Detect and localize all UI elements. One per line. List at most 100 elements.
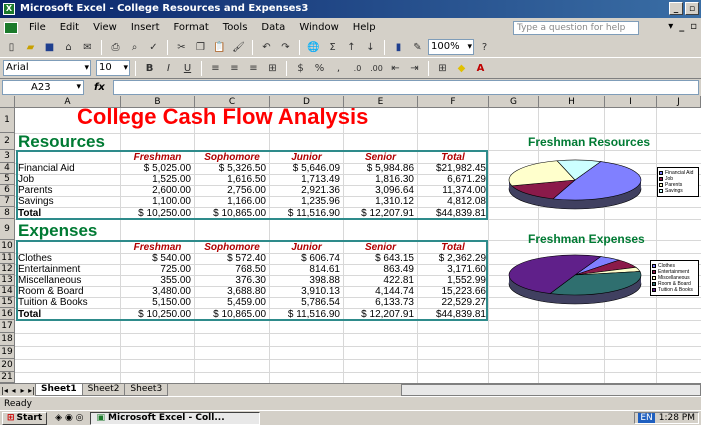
first-sheet-icon[interactable]: |◂	[0, 386, 9, 395]
value-cell[interactable]: 3,910.13	[270, 286, 340, 297]
value-cell[interactable]: 1,816.30	[344, 174, 414, 185]
value-cell[interactable]: 2,756.00	[195, 185, 266, 196]
redo-icon[interactable]: ↷	[277, 39, 294, 56]
value-cell[interactable]: 4,812.08	[418, 196, 486, 207]
value-cell[interactable]: 3,480.00	[121, 286, 191, 297]
value-cell[interactable]: 814.61	[270, 264, 340, 275]
sort-ascending-icon[interactable]: ↑	[343, 39, 360, 56]
workbook-minimize-button[interactable]: _	[679, 21, 684, 32]
value-cell[interactable]: 422.81	[344, 275, 414, 286]
menu-window[interactable]: Window	[292, 22, 345, 33]
value-cell[interactable]: 1,525.00	[121, 174, 191, 185]
select-all-corner[interactable]	[0, 96, 15, 108]
value-cell[interactable]: 3,688.80	[195, 286, 266, 297]
menu-edit[interactable]: Edit	[53, 22, 86, 33]
chart-wizard-icon[interactable]: ▮	[390, 39, 407, 56]
menu-tools[interactable]: Tools	[216, 22, 255, 33]
value-cell[interactable]: 2,921.36	[270, 185, 340, 196]
underline-icon[interactable]: U	[179, 60, 196, 77]
row-header[interactable]: 16	[0, 308, 15, 320]
row-header[interactable]: 12	[0, 264, 15, 275]
value-cell[interactable]: 5,150.00	[121, 297, 191, 308]
sort-descending-icon[interactable]: ↓	[362, 39, 379, 56]
currency-icon[interactable]: $	[292, 60, 309, 77]
prev-sheet-icon[interactable]: ◂	[9, 386, 18, 395]
expenses-pie-chart[interactable]	[505, 251, 645, 311]
align-center-icon[interactable]: ≡	[226, 60, 243, 77]
permission-icon[interactable]: ⌂	[60, 39, 77, 56]
row-header[interactable]: 21	[0, 372, 15, 383]
value-cell[interactable]: 15,223.66	[418, 286, 487, 297]
row-header[interactable]: 3	[0, 150, 15, 163]
increase-decimal-icon[interactable]: .0	[349, 60, 366, 77]
value-cell[interactable]: $ 643.15	[344, 253, 414, 264]
percent-icon[interactable]: %	[311, 60, 328, 77]
row-header[interactable]: 1	[0, 108, 15, 133]
row-header[interactable]: 19	[0, 346, 15, 359]
total-cell[interactable]: $ 10,865.00	[195, 208, 266, 219]
row-header[interactable]: 13	[0, 275, 15, 286]
menu-data[interactable]: Data	[254, 22, 292, 33]
menu-view[interactable]: View	[86, 22, 124, 33]
paste-icon[interactable]: 📋	[211, 39, 228, 56]
borders-icon[interactable]: ⊞	[434, 60, 451, 77]
value-cell[interactable]: 768.50	[195, 264, 266, 275]
total-cell[interactable]: $44,839.81	[418, 309, 486, 320]
value-cell[interactable]: $ 5,984.86	[344, 163, 414, 174]
menu-help[interactable]: Help	[346, 22, 383, 33]
row-header[interactable]: 2	[0, 133, 15, 150]
value-cell[interactable]: 376.30	[195, 275, 266, 286]
row-header[interactable]: 10	[0, 240, 15, 253]
formula-input[interactable]	[112, 80, 699, 95]
value-cell[interactable]: 1,713.49	[270, 174, 340, 185]
row-header[interactable]: 17	[0, 320, 15, 333]
row-header[interactable]: 5	[0, 174, 15, 185]
cut-icon[interactable]: ✂	[173, 39, 190, 56]
help-search-input[interactable]: Type a question for help	[513, 21, 639, 35]
name-box[interactable]: A23	[2, 80, 84, 95]
new-icon[interactable]: ▯	[3, 39, 20, 56]
start-button[interactable]: ⊞ Start	[2, 411, 48, 425]
value-cell[interactable]: $ 606.74	[270, 253, 340, 264]
insert-function-icon[interactable]: fx	[94, 82, 105, 93]
total-cell[interactable]: $ 11,516.90	[270, 208, 340, 219]
bold-icon[interactable]: B	[141, 60, 158, 77]
value-cell[interactable]: $21,982.45	[418, 163, 486, 174]
sheet-tab-sheet1[interactable]: Sheet1	[35, 384, 83, 396]
value-cell[interactable]: $ 5,025.00	[121, 163, 191, 174]
value-cell[interactable]: 11,374.00	[418, 185, 486, 196]
zoom-select[interactable]: 100%	[428, 39, 474, 55]
taskbar-excel-item[interactable]: ▣ Microsoft Excel - Coll...	[89, 411, 260, 425]
save-icon[interactable]: ■	[41, 39, 58, 56]
column-header-f[interactable]: F	[418, 96, 489, 108]
align-right-icon[interactable]: ≡	[245, 60, 262, 77]
total-cell[interactable]: $ 12,207.91	[344, 309, 414, 320]
comma-style-icon[interactable]: ,	[330, 60, 347, 77]
worksheet-grid[interactable]: A B C D E F G H I J 1 2 3 4 5 6 7 8 9 10…	[0, 96, 701, 383]
column-header-j[interactable]: J	[657, 96, 701, 108]
sheet-tab-sheet3[interactable]: Sheet3	[124, 384, 169, 396]
value-cell[interactable]: 398.88	[270, 275, 340, 286]
align-left-icon[interactable]: ≡	[207, 60, 224, 77]
menu-file[interactable]: File	[22, 22, 53, 33]
value-cell[interactable]: $ 540.00	[121, 253, 191, 264]
next-sheet-icon[interactable]: ▸	[18, 386, 27, 395]
total-cell[interactable]: $ 10,250.00	[121, 208, 191, 219]
workbook-dropdown-icon[interactable]: ▾	[668, 21, 673, 32]
total-cell[interactable]: $44,839.81	[418, 208, 486, 219]
column-header-i[interactable]: I	[605, 96, 657, 108]
open-icon[interactable]: ▰	[22, 39, 39, 56]
column-header-h[interactable]: H	[539, 96, 605, 108]
value-cell[interactable]: 5,786.54	[270, 297, 340, 308]
value-cell[interactable]: $ 2,362.29	[418, 253, 486, 264]
maximize-button[interactable]: ▫	[685, 2, 699, 15]
sheet-tab-sheet2[interactable]: Sheet2	[81, 384, 126, 396]
total-cell[interactable]: $ 10,250.00	[121, 309, 191, 320]
row-header[interactable]: 11	[0, 253, 15, 264]
row-header[interactable]: 6	[0, 185, 15, 196]
workbook-icon[interactable]	[4, 21, 18, 34]
menu-format[interactable]: Format	[167, 22, 216, 33]
row-header[interactable]: 14	[0, 286, 15, 297]
row-header[interactable]: 20	[0, 359, 15, 372]
minimize-button[interactable]: _	[669, 2, 683, 15]
